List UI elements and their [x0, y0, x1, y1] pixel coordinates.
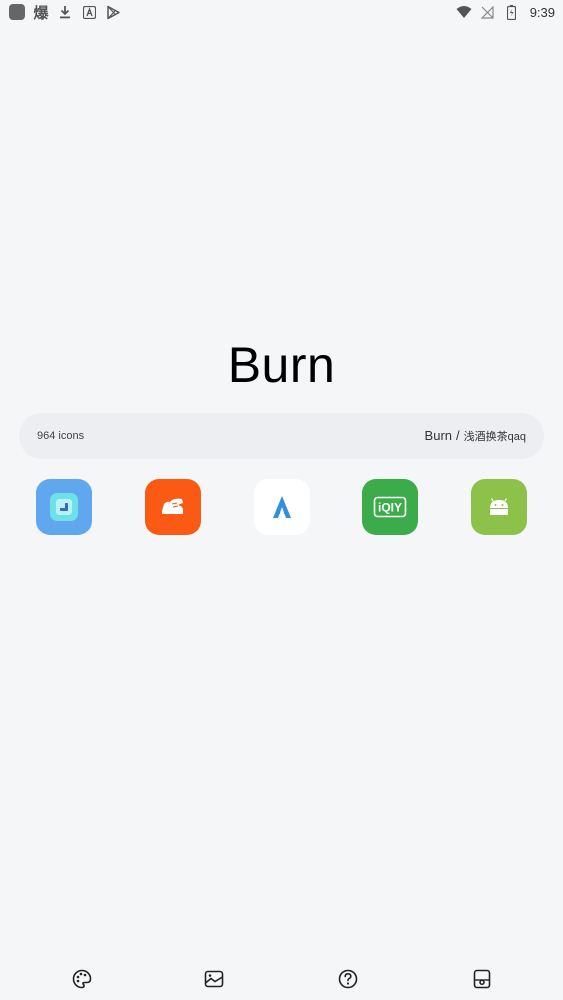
- wallpaper-icon[interactable]: [203, 968, 225, 990]
- theme-title: Burn: [227, 337, 336, 393]
- bao-char-icon: 爆: [33, 4, 49, 22]
- no-signal-icon: [480, 4, 496, 20]
- icon-preview-row: iQIY: [36, 479, 527, 535]
- app-square-icon: [9, 4, 25, 20]
- status-bar-right: 9:39: [456, 4, 555, 20]
- shoe-app-icon[interactable]: [144, 479, 201, 535]
- theme-credit: Burn / 浅酒换茶qaq: [425, 428, 526, 444]
- download-icon: [57, 4, 73, 20]
- battery-icon: [504, 4, 520, 20]
- theme-name: Burn: [424, 428, 453, 443]
- theme-info-bar: 964 icons Burn / 浅酒换茶qaq: [19, 413, 544, 459]
- iqiyi-logo-text: iQIY: [378, 501, 402, 515]
- bottom-nav: [0, 968, 563, 990]
- font-app-icon: [81, 4, 97, 20]
- iqiyi-app-icon[interactable]: iQIY: [362, 479, 419, 535]
- theme-author: 浅酒换茶qaq: [463, 431, 526, 443]
- play-store-icon: [105, 4, 121, 20]
- a-app-icon[interactable]: [253, 479, 310, 535]
- help-icon[interactable]: [337, 968, 359, 990]
- android-app-icon[interactable]: [471, 479, 527, 535]
- icon-count: 964 icons: [37, 430, 85, 442]
- credit-separator: /: [456, 428, 460, 443]
- cube-app-icon[interactable]: [36, 479, 92, 535]
- status-bar: 爆 9:39: [0, 0, 563, 24]
- palette-icon[interactable]: [71, 968, 93, 990]
- apply-icon[interactable]: [471, 968, 493, 990]
- status-bar-left: 爆: [9, 4, 121, 22]
- wifi-icon: [456, 4, 472, 20]
- status-time: 9:39: [529, 4, 555, 20]
